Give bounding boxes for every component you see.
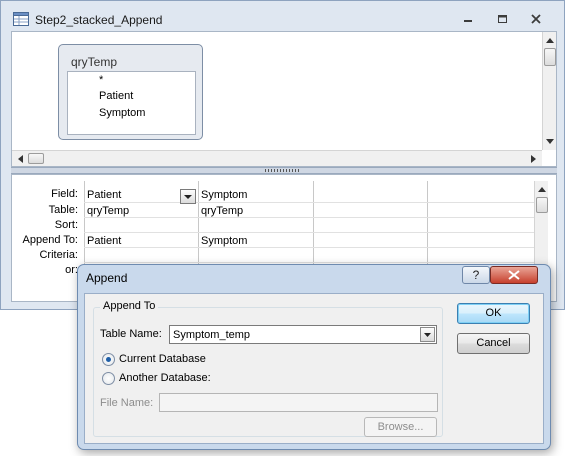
query-design-icon bbox=[13, 12, 29, 26]
table-name-combobox[interactable]: Symptom_temp bbox=[169, 325, 437, 344]
grid-row-divider bbox=[84, 232, 534, 233]
row-label-sort: Sort: bbox=[54, 219, 78, 231]
grid-cell-table[interactable]: qryTemp bbox=[201, 205, 243, 217]
file-name-label: File Name: bbox=[100, 397, 154, 409]
another-database-radio[interactable] bbox=[102, 372, 115, 385]
current-database-label[interactable]: Current Database bbox=[119, 353, 206, 365]
scroll-thumb[interactable] bbox=[536, 197, 548, 213]
browse-button[interactable]: Browse... bbox=[364, 417, 437, 437]
splitter-grip-icon[interactable] bbox=[265, 169, 301, 172]
field-item-all[interactable]: * bbox=[99, 74, 103, 86]
append-to-group: Append To Table Name: Symptom_temp Curre… bbox=[93, 300, 443, 437]
scroll-down-icon[interactable] bbox=[543, 134, 557, 148]
table-field-list[interactable]: qryTemp * Patient Symptom bbox=[58, 44, 203, 140]
field-item-symptom[interactable]: Symptom bbox=[99, 107, 145, 119]
grid-row-divider bbox=[84, 247, 534, 248]
grid-cell-table[interactable]: qryTemp bbox=[87, 205, 129, 217]
grid-row-divider bbox=[84, 262, 534, 263]
scroll-right-icon[interactable] bbox=[526, 152, 540, 166]
maximize-button[interactable] bbox=[491, 10, 513, 28]
field-list[interactable]: * Patient Symptom bbox=[67, 71, 196, 135]
scroll-up-icon[interactable] bbox=[535, 182, 549, 196]
chevron-down-icon[interactable] bbox=[420, 327, 435, 342]
file-name-field[interactable] bbox=[159, 393, 438, 412]
table-pane[interactable]: qryTemp * Patient Symptom bbox=[11, 31, 557, 167]
field-item-patient[interactable]: Patient bbox=[99, 90, 133, 102]
grid-row-divider bbox=[84, 217, 534, 218]
row-label-table: Table: bbox=[48, 204, 78, 216]
minimize-button[interactable] bbox=[457, 10, 479, 28]
dialog-body: Append To Table Name: Symptom_temp Curre… bbox=[84, 293, 544, 444]
pane-splitter[interactable] bbox=[11, 167, 557, 174]
dialog-title: Append bbox=[86, 271, 128, 285]
grid-cell-field[interactable]: Symptom bbox=[201, 189, 247, 201]
grid-row-divider bbox=[84, 202, 534, 203]
row-label-field: Field: bbox=[51, 188, 78, 200]
grid-cell-field[interactable]: Patient bbox=[87, 189, 121, 201]
grid-cell-append-to[interactable]: Patient bbox=[87, 235, 121, 247]
row-label-append-to: Append To: bbox=[22, 234, 78, 246]
field-dropdown-arrow-icon[interactable] bbox=[180, 189, 196, 204]
table-field-list-title: qryTemp bbox=[71, 55, 118, 69]
scroll-up-icon[interactable] bbox=[543, 33, 557, 47]
row-label-criteria: Criteria: bbox=[39, 249, 78, 261]
append-dialog: Append ? Append To Table Name: Symptom_t… bbox=[77, 264, 551, 450]
table-name-label: Table Name: bbox=[100, 328, 162, 340]
ok-button[interactable]: OK bbox=[457, 303, 530, 324]
scroll-thumb[interactable] bbox=[544, 48, 556, 66]
current-database-radio[interactable] bbox=[102, 353, 115, 366]
scroll-left-icon[interactable] bbox=[13, 152, 27, 166]
table-pane-vscrollbar[interactable] bbox=[542, 32, 556, 150]
table-pane-hscrollbar[interactable] bbox=[12, 150, 542, 166]
grid-cell-append-to[interactable]: Symptom bbox=[201, 235, 247, 247]
close-icon bbox=[508, 270, 520, 280]
scroll-thumb[interactable] bbox=[28, 153, 44, 164]
dialog-close-button[interactable] bbox=[490, 266, 538, 284]
help-icon: ? bbox=[472, 268, 480, 282]
cancel-button[interactable]: Cancel bbox=[457, 333, 530, 354]
query-window-title: Step2_stacked_Append bbox=[35, 13, 163, 27]
table-name-value: Symptom_temp bbox=[173, 329, 251, 341]
help-button[interactable]: ? bbox=[462, 266, 490, 284]
group-label: Append To bbox=[100, 300, 159, 312]
another-database-label[interactable]: Another Database: bbox=[119, 372, 211, 384]
query-window-titlebar[interactable]: Step2_stacked_Append bbox=[1, 1, 564, 31]
radio-selected-dot bbox=[106, 357, 111, 362]
close-window-button[interactable] bbox=[525, 10, 547, 28]
row-label-or: or: bbox=[65, 264, 78, 276]
